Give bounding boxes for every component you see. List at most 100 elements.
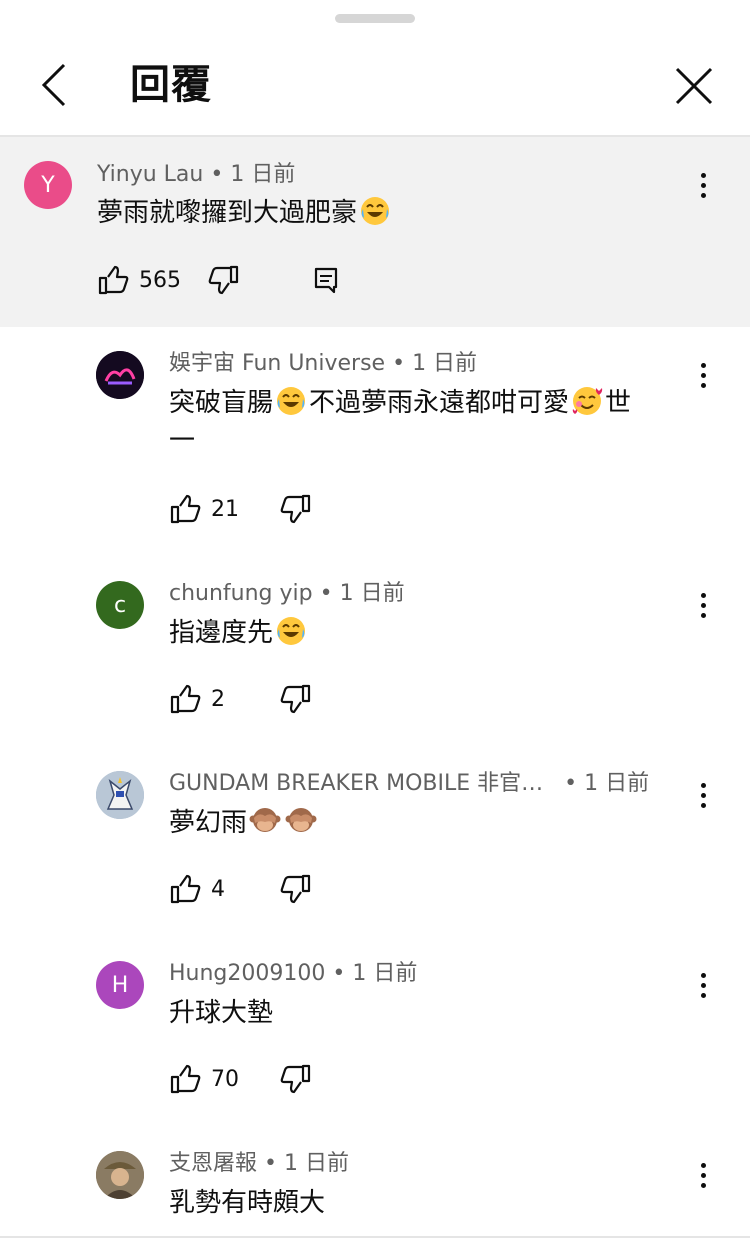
comment-text: 指邊度先 [169,614,309,652]
avatar[interactable] [96,1151,144,1199]
dislike-button[interactable] [208,260,240,300]
more-options-button[interactable] [688,355,718,395]
dislike-button[interactable] [280,679,312,719]
more-dot [700,612,706,618]
comment-text: 乳勢有時頗大 [169,1188,326,1218]
more-dot [700,192,706,198]
comment-author[interactable]: 娛宇宙 Fun Universe [169,351,385,376]
dislike-button[interactable] [280,869,312,909]
thumb-up-icon [98,265,129,295]
comment-text-part: 一 [169,426,196,456]
comment-text: 突破盲腸 不過夢雨永遠都咁可愛 世一 [169,384,689,460]
page-title: 回覆 [130,62,212,108]
avatar-letter: Y [41,172,55,198]
comment-author[interactable]: Yinyu Lau [97,162,203,187]
avatar[interactable]: Y [24,161,72,209]
more-options-button[interactable] [688,775,718,815]
comment-author[interactable]: GUNDAM BREAKER MOBILE 非官… [169,771,543,796]
replies-sheet: 回覆 Y Yinyu Lau • 1 日前 夢雨就嚟攞到大過肥豪 565 娛宇宙… [0,0,750,1243]
sheet-header: 回覆 [0,40,750,135]
comment-text: 夢幻雨 [169,804,319,842]
comment-author[interactable]: chunfung yip [169,581,313,606]
like-button[interactable]: 4 [169,869,225,909]
more-vertical-icon [700,782,706,788]
comment-text-part: 世 [605,388,632,418]
comment-text-content: 夢幻雨 [169,808,248,838]
comment-time: • 1 日前 [392,351,478,376]
comment-time: • 1 日前 [332,961,418,986]
comment-time: • 1 日前 [564,771,650,796]
comment-author[interactable]: Hung2009100 [169,961,325,986]
bottom-divider [0,1236,750,1238]
thumb-down-icon [280,494,311,524]
face-with-tears-of-joy-icon [277,617,306,645]
dislike-button[interactable] [280,489,312,529]
comment-text-part: 突破盲腸 [169,388,274,418]
parent-comment: Y Yinyu Lau • 1 日前 夢雨就嚟攞到大過肥豪 565 [0,137,750,327]
see-no-evil-monkey-icon [249,808,281,832]
like-button[interactable]: 2 [169,679,225,719]
comment-text-content: 夢雨就嚟攞到大過肥豪 [97,198,358,228]
like-button[interactable]: 21 [169,489,239,529]
reply-item: c chunfung yip • 1 日前 指邊度先 2 [0,557,750,747]
reply-item: H Hung2009100 • 1 日前 升球大墊 70 [0,937,750,1127]
like-button[interactable]: 70 [169,1059,239,1099]
back-button[interactable] [30,60,80,110]
more-dot [700,992,706,998]
like-button[interactable]: 565 [97,260,181,300]
face-with-tears-of-joy-icon [277,387,306,415]
dislike-button[interactable] [280,1059,312,1099]
comment-text-part: 不過夢雨永遠都咁可愛 [309,388,570,418]
more-dot [700,372,706,378]
more-options-button[interactable] [688,585,718,625]
like-count: 565 [139,267,181,293]
comment-meta: 娛宇宙 Fun Universe • 1 日前 [169,349,477,379]
see-no-evil-monkey-icon [285,808,317,832]
more-dot [700,1172,706,1178]
comment-meta: Hung2009100 • 1 日前 [169,959,417,989]
more-options-button[interactable] [688,1155,718,1195]
comment-time: • 1 日前 [210,162,296,187]
comment-text: 升球大墊 [169,998,274,1028]
more-vertical-icon [700,592,706,598]
comment-meta: chunfung yip • 1 日前 [169,579,405,609]
more-vertical-icon [700,1162,706,1168]
reply-item: 娛宇宙 Fun Universe • 1 日前 突破盲腸 不過夢雨永遠都咁可愛 世一… [0,327,750,557]
more-vertical-icon [700,172,706,178]
thumb-up-icon [170,874,201,904]
thumb-up-icon [170,494,201,524]
avatar[interactable] [96,771,144,819]
more-dot [700,1182,706,1188]
avatar[interactable]: H [96,961,144,1009]
more-options-button[interactable] [688,965,718,1005]
more-dot [700,982,706,988]
thumb-down-icon [280,684,311,714]
thumb-down-icon [208,265,239,295]
avatar[interactable]: c [96,581,144,629]
channel-logo-icon [96,351,144,399]
thumb-up-icon [170,684,201,714]
comment-meta: Yinyu Lau • 1 日前 [97,160,295,190]
more-dot [700,382,706,388]
avatar[interactable] [96,351,144,399]
comment-author[interactable]: 支恩屠報 [169,1151,257,1176]
reply-item: 支恩屠報 • 1 日前 乳勢有時頗大 [0,1127,750,1236]
more-dot [700,182,706,188]
drag-handle[interactable] [335,14,415,23]
more-options-button[interactable] [688,165,718,205]
thumb-down-icon [280,874,311,904]
comment-time: • 1 日前 [319,581,405,606]
avatar-letter: c [113,592,127,618]
like-count: 21 [211,496,239,522]
thumb-down-icon [280,1064,311,1094]
reply-button[interactable] [310,260,342,300]
comment-meta: 支恩屠報 • 1 日前 [169,1149,349,1179]
comment-text-content: 指邊度先 [169,618,274,648]
close-icon [675,67,713,105]
chevron-left-icon [41,63,66,107]
more-dot [700,802,706,808]
more-vertical-icon [700,362,706,368]
comment-meta: GUNDAM BREAKER MOBILE 非官… • 1 日前 [169,769,649,799]
comment-icon [314,267,338,294]
close-button[interactable] [668,60,720,112]
